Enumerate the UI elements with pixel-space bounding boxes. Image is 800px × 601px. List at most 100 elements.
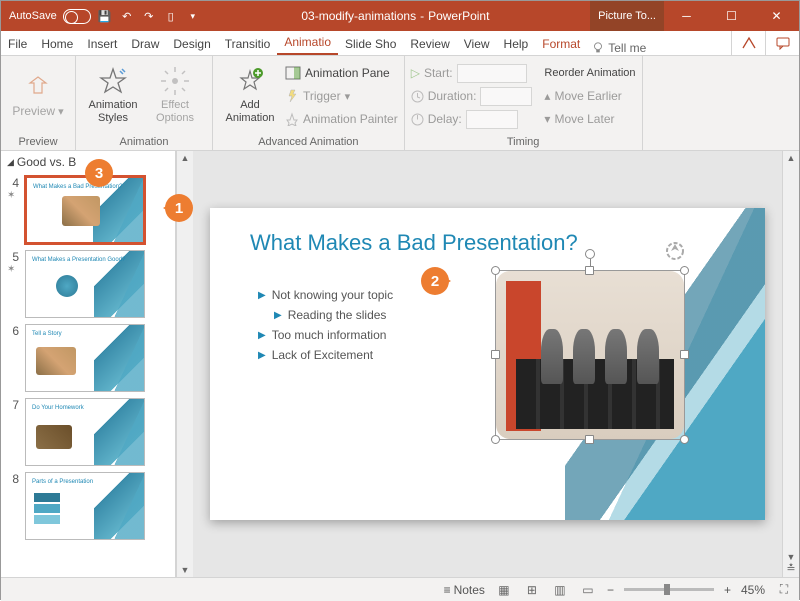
autosave-toggle[interactable] [63,9,91,24]
preview-button[interactable]: Preview ▾ [7,60,69,130]
tell-me[interactable]: Tell me [591,41,646,55]
zoom-in-button[interactable]: + [724,583,731,597]
tab-help[interactable]: Help [497,33,536,55]
resize-handle[interactable] [585,266,594,275]
normal-view-icon[interactable]: ▦ [495,582,513,598]
comments-button[interactable] [765,31,799,55]
slide-panel: ◢Good vs. B 4✶ What Makes a Bad Presenta… [1,151,176,577]
move-earlier-button[interactable]: ▴Move Earlier [544,86,635,106]
slide-number: 5 [7,250,19,264]
ribbon-tabs: File Home Insert Draw Design Transitio A… [1,31,799,56]
delay-field[interactable]: Delay: [411,109,533,129]
group-preview: Preview ▾ Preview [1,56,76,150]
group-label: Timing [507,134,540,150]
slide-thumbnail-7[interactable]: Do Your Homework [25,398,145,466]
delay-icon [411,113,424,126]
qat-dropdown-icon[interactable]: ▾ [185,8,201,24]
slide-canvas: What Makes a Bad Presentation? ▶Not know… [210,208,765,520]
group-label: Advanced Animation [258,134,358,150]
add-animation-button[interactable]: Add Animation [219,60,281,130]
rotate-handle[interactable] [585,249,595,259]
resize-handle[interactable] [680,350,689,359]
animation-indicator-icon: ✶ [7,264,19,275]
group-label: Animation [120,134,169,150]
editor-scrollbar[interactable]: ▲▼≛ [782,151,799,577]
maximize-button[interactable]: ☐ [709,1,754,31]
tab-animations[interactable]: Animatio [277,31,338,55]
main-area: ◢Good vs. B 4✶ What Makes a Bad Presenta… [1,151,799,577]
redo-icon[interactable]: ↷ [141,8,157,24]
slide-thumbnail-8[interactable]: Parts of a Presentation [25,472,145,540]
contextual-tab-label: Picture To... [590,1,664,31]
start-field[interactable]: ▷Start: [411,63,533,83]
selected-image[interactable] [495,270,685,440]
tab-design[interactable]: Design [166,33,217,55]
duration-input[interactable] [480,87,532,106]
duration-field[interactable]: Duration: [411,86,533,106]
status-bar: ≡Notes ▦ ⊞ ▥ ▭ − + 45% ⛶ [1,577,799,601]
pane-icon [285,66,301,80]
bullet-list[interactable]: ▶Not knowing your topic ▶Reading the sli… [258,288,393,368]
group-advanced-animation: Add Animation Animation Pane Trigger ▾ A… [213,56,405,150]
resize-handle[interactable] [491,435,500,444]
trigger-button[interactable]: Trigger ▾ [285,86,398,106]
animation-styles-button[interactable]: Animation Styles [82,60,144,130]
delay-input[interactable] [466,110,518,129]
group-animation: Animation Styles Effect Options Animatio… [76,56,213,150]
painter-icon [285,112,299,126]
resize-handle[interactable] [491,350,500,359]
tab-format[interactable]: Format [535,33,587,55]
slide-editor[interactable]: What Makes a Bad Presentation? ▶Not know… [193,151,782,577]
slide-title[interactable]: What Makes a Bad Presentation? [250,230,578,256]
callout-1: 1 [165,194,193,222]
zoom-out-button[interactable]: − [607,583,614,597]
notes-button[interactable]: ≡Notes [444,583,485,597]
slide-number: 4 [7,176,19,190]
group-timing: ▷Start: Duration: Delay: Reorder Animati… [405,56,643,150]
preview-icon [22,71,54,103]
document-title: 03-modify-animations [301,9,416,23]
entrance-indicator-icon [662,238,688,264]
resize-handle[interactable] [491,266,500,275]
tab-slideshow[interactable]: Slide Sho [338,33,403,55]
move-later-button[interactable]: ▾Move Later [544,109,635,129]
tab-home[interactable]: Home [34,33,80,55]
resize-handle[interactable] [680,266,689,275]
save-icon[interactable]: 💾 [97,8,113,24]
tab-review[interactable]: Review [403,33,456,55]
add-animation-icon [234,65,266,97]
title-bar: AutoSave 💾 ↶ ↷ ▯ ▾ 03-modify-animations … [1,1,799,31]
zoom-level[interactable]: 45% [741,583,765,597]
image-content [496,271,684,439]
slide-number: 7 [7,398,19,412]
animation-pane-button[interactable]: Animation Pane [285,63,398,83]
tab-draw[interactable]: Draw [124,33,166,55]
tab-file[interactable]: File [1,33,34,55]
ribbon: Preview ▾ Preview Animation Styles Effec… [1,56,799,151]
minimize-button[interactable]: ─ [664,1,709,31]
resize-handle[interactable] [585,435,594,444]
close-button[interactable]: ✕ [754,1,799,31]
undo-icon[interactable]: ↶ [119,8,135,24]
callout-3: 3 [85,159,113,187]
slide-number: 6 [7,324,19,338]
slide-thumbnail-6[interactable]: Tell a Story [25,324,145,392]
effect-options-icon [159,65,191,97]
fit-to-window-icon[interactable]: ⛶ [775,582,793,598]
start-input[interactable] [457,64,527,83]
tab-insert[interactable]: Insert [80,33,124,55]
slide-thumbnail-5[interactable]: What Makes a Presentation Good? [25,250,145,318]
animation-painter-button[interactable]: Animation Painter [285,109,398,129]
callout-2: 2 [421,267,449,295]
slideshow-view-icon[interactable]: ▭ [579,582,597,598]
zoom-slider[interactable] [624,588,714,591]
resize-handle[interactable] [680,435,689,444]
tab-view[interactable]: View [457,33,497,55]
slide-thumbnail-4[interactable]: What Makes a Bad Presentation? [25,176,145,244]
start-from-beginning-icon[interactable]: ▯ [163,8,179,24]
effect-options-button[interactable]: Effect Options [144,60,206,130]
share-button[interactable] [731,31,765,55]
tab-transitions[interactable]: Transitio [218,33,278,55]
sorter-view-icon[interactable]: ⊞ [523,582,541,598]
reading-view-icon[interactable]: ▥ [551,582,569,598]
